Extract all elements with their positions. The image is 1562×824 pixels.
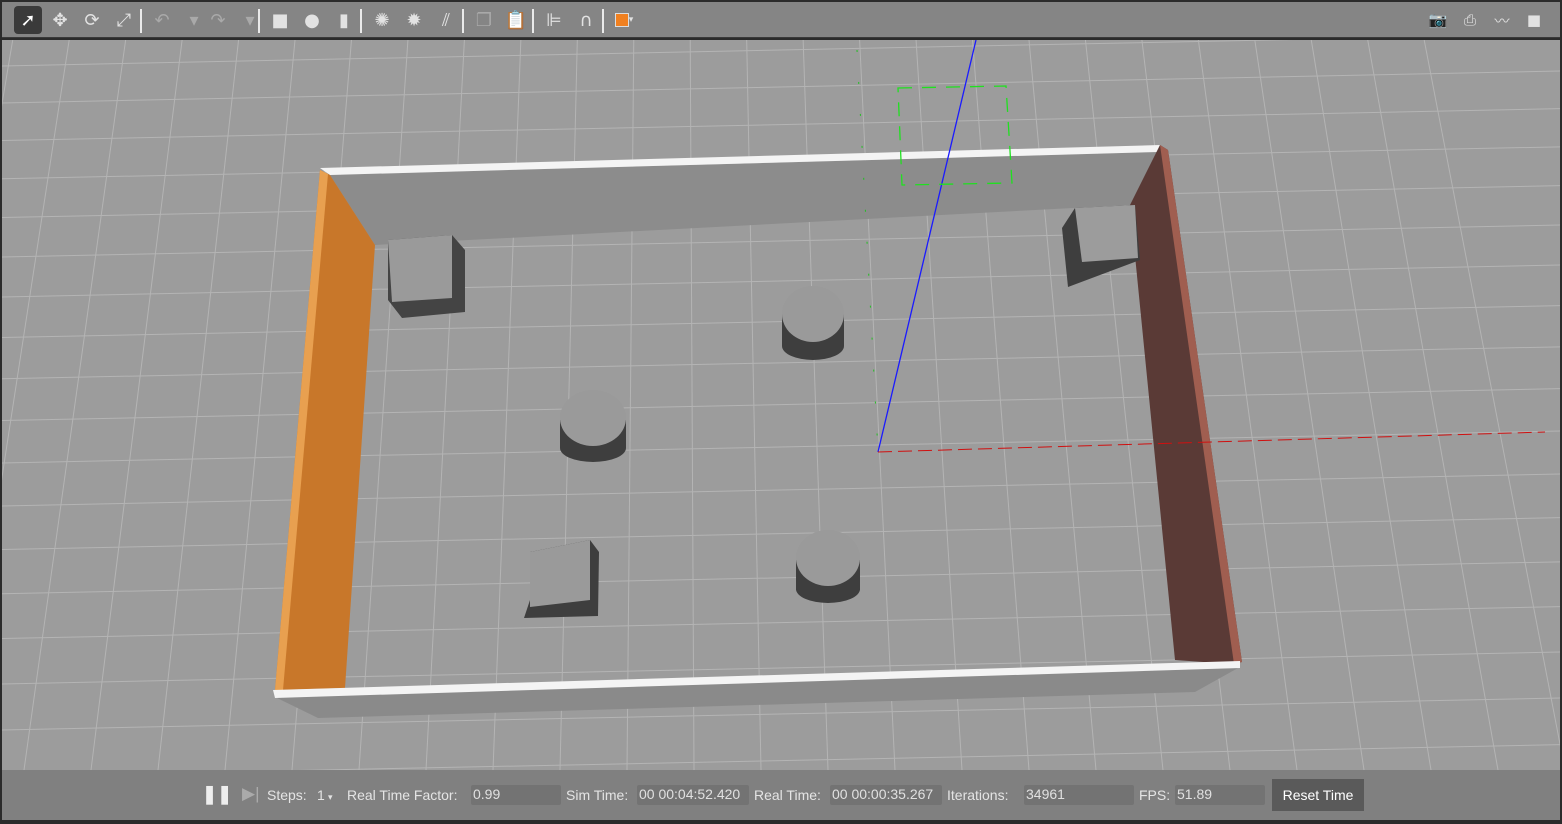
status-bar: ❚❚ ▶︎| Steps: 1 ▾ Real Time Factor: 0.99…	[2, 770, 1560, 820]
align-icon[interactable]: ⊫	[540, 6, 568, 34]
grid-line	[157, 40, 240, 770]
real-time-value: 00 00:00:35.267	[830, 785, 942, 805]
grid-line	[90, 40, 183, 770]
grid-line	[2, 517, 1560, 551]
scene-canvas[interactable]	[2, 40, 1560, 770]
3d-viewport[interactable]	[2, 40, 1560, 770]
toolbar-separator	[258, 9, 260, 33]
toolbar-separator	[602, 9, 604, 33]
translate-mode-icon[interactable]: ✥	[46, 6, 74, 34]
grid-line	[2, 224, 1560, 258]
cylinder-model-2[interactable]	[560, 390, 626, 462]
steps-label: Steps:	[267, 787, 307, 803]
grid-line	[2, 108, 1560, 142]
log-icon[interactable]: ⎙	[1456, 6, 1484, 34]
pause-button[interactable]: ❚❚	[202, 784, 232, 805]
real-time-label: Real Time:	[754, 787, 821, 803]
view-angle-cube-icon[interactable]: ▾	[610, 6, 638, 34]
sim-time-label: Sim Time:	[566, 787, 629, 803]
toolbar-separator	[360, 9, 362, 33]
grid-line	[626, 40, 635, 770]
grid-line	[2, 388, 1560, 422]
redo-icon[interactable]: ↷	[204, 6, 232, 34]
box-model-3[interactable]	[524, 540, 599, 618]
grid-line	[2, 561, 1560, 595]
cylinder-model-3[interactable]	[796, 530, 860, 603]
grid-line	[297, 744, 1560, 770]
toolbar-separator	[140, 9, 142, 33]
ground-grid	[2, 40, 1560, 770]
iterations-value: 34961	[1024, 785, 1134, 805]
grid-line	[1254, 40, 1365, 770]
directional-light-icon[interactable]: ⫽	[432, 6, 460, 34]
grid-line	[2, 40, 70, 481]
fps-value: 51.89	[1175, 785, 1265, 805]
grid-line	[2, 346, 1560, 380]
wall-left[interactable]	[275, 170, 375, 690]
paste-icon[interactable]: 📋	[502, 6, 530, 34]
rotate-mode-icon[interactable]: ⟳	[78, 6, 106, 34]
toolbar: ➚ ✥ ⟳ ⤢ ↶ ▾ ↷ ▾ ■ ● ▮ ✺ ✹ ⫽ ❐ 📋 ⊫ ∩ ▾ 📷 ⎙ 〰 ■	[2, 2, 1560, 38]
scale-mode-icon[interactable]: ⤢	[110, 6, 138, 34]
toolbar-separator	[462, 9, 464, 33]
grid-line	[23, 40, 127, 770]
cylinder-shape-icon[interactable]: ▮	[330, 6, 358, 34]
sphere-shape-icon[interactable]: ●	[298, 6, 326, 34]
grid-line	[2, 430, 1560, 464]
grid-line	[2, 473, 1560, 507]
x-axis-line	[877, 431, 1546, 453]
plot-icon[interactable]: 〰	[1488, 6, 1516, 34]
fps-label: FPS:	[1139, 787, 1171, 803]
grid-line	[802, 40, 829, 770]
grid-line	[2, 305, 1560, 339]
grid-line	[2, 264, 1560, 298]
screenshot-camera-icon[interactable]: 📷	[1424, 6, 1452, 34]
point-light-icon[interactable]: ✺	[368, 6, 396, 34]
grid-line	[2, 606, 1560, 640]
grid-line	[425, 40, 465, 770]
spot-light-icon[interactable]: ✹	[400, 6, 428, 34]
snap-magnet-icon[interactable]: ∩	[572, 6, 600, 34]
grid-line	[915, 40, 963, 770]
y-axis-line	[856, 49, 879, 453]
reset-time-button[interactable]: Reset Time	[1272, 779, 1364, 811]
cylinder-model-1[interactable]	[782, 286, 844, 360]
grid-line	[358, 40, 409, 770]
grid-line	[689, 40, 695, 770]
box-model-1[interactable]	[388, 235, 465, 318]
rtf-value: 0.99	[471, 785, 561, 805]
steps-spinbox[interactable]: 1	[317, 787, 325, 803]
video-record-icon[interactable]: ■	[1520, 6, 1548, 34]
undo-icon[interactable]: ↶	[148, 6, 176, 34]
z-axis-line	[877, 40, 977, 453]
steps-dropdown-icon[interactable]: ▾	[328, 792, 333, 803]
copy-icon[interactable]: ❐	[470, 6, 498, 34]
box-shape-icon[interactable]: ■	[266, 6, 294, 34]
iterations-label: Iterations:	[947, 787, 1009, 803]
toolbar-separator	[532, 9, 534, 33]
rtf-label: Real Time Factor:	[347, 787, 458, 803]
grid-line	[2, 40, 14, 107]
step-button[interactable]: ▶︎|	[242, 784, 260, 804]
select-mode-icon[interactable]: ➚	[14, 6, 42, 34]
grid-line	[492, 40, 522, 770]
sim-time-value: 00 00:04:52.420	[637, 785, 749, 805]
grid-line	[2, 70, 1560, 104]
